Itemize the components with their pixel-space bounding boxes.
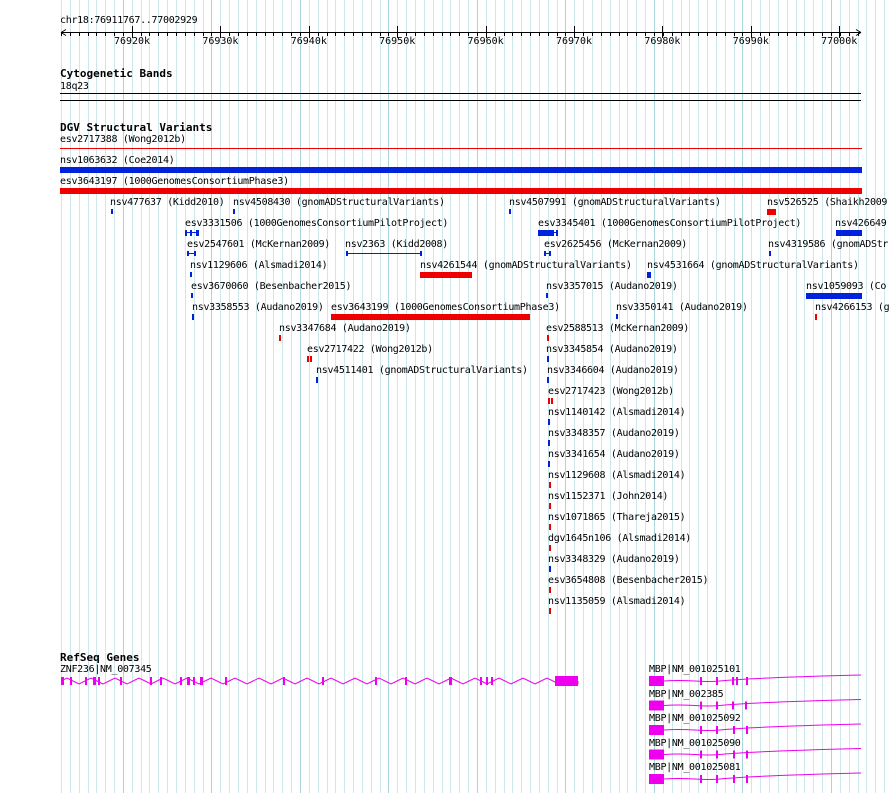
gene-exon bbox=[716, 775, 718, 783]
gene-exon bbox=[150, 677, 152, 685]
gene-intron bbox=[663, 723, 862, 732]
gene-exon bbox=[187, 677, 190, 685]
gene-exon bbox=[700, 701, 702, 710]
gene-exon bbox=[746, 726, 748, 734]
gene-label[interactable]: MBP|NM_001025101 bbox=[649, 664, 741, 675]
gene-exon bbox=[733, 775, 735, 783]
gene-label[interactable]: MBP|NM_001025081 bbox=[649, 762, 741, 773]
gene-exon bbox=[225, 677, 227, 685]
gene-label[interactable]: ZNF236|NM_007345 bbox=[60, 664, 152, 675]
gene-exon bbox=[200, 677, 203, 685]
gene-exon bbox=[283, 677, 285, 685]
gene-exon bbox=[649, 725, 664, 735]
gene-exon bbox=[746, 677, 748, 685]
gene-exon bbox=[555, 676, 578, 686]
gene-label[interactable]: MBP|NM_001025090 bbox=[649, 738, 741, 749]
gene-intron bbox=[663, 748, 862, 756]
gene-exon bbox=[716, 677, 718, 685]
gene-exon bbox=[733, 726, 735, 734]
gene-label[interactable]: MBP|NM_001025092 bbox=[649, 713, 741, 724]
gene-exon bbox=[480, 677, 482, 685]
gene-exon bbox=[375, 677, 377, 685]
gene-exon bbox=[736, 677, 738, 685]
gene-exon bbox=[649, 676, 664, 686]
gene-exon bbox=[93, 677, 96, 685]
gene-exon bbox=[649, 774, 664, 784]
gene-exon bbox=[700, 775, 702, 783]
gene-exon bbox=[716, 726, 718, 734]
gene-intron bbox=[663, 699, 862, 707]
gene-exon bbox=[449, 677, 452, 685]
gene-exon bbox=[745, 701, 747, 710]
gene-exon bbox=[70, 677, 72, 685]
genome-browser-panel: chr18:76911767..77002929 76920k 76930k 769… bbox=[0, 0, 890, 793]
gene-exon bbox=[61, 677, 64, 685]
gene-exon bbox=[700, 677, 702, 685]
gene-intron bbox=[60, 677, 579, 685]
gene-exon bbox=[649, 749, 664, 760]
gene-label[interactable]: MBP|NM_002385 bbox=[649, 689, 724, 700]
gene-exon bbox=[732, 701, 734, 710]
gene-exon bbox=[700, 726, 702, 734]
gene-exon bbox=[405, 677, 407, 685]
gene-exon bbox=[733, 750, 735, 759]
gene-exon bbox=[98, 677, 100, 685]
gene-exon bbox=[732, 677, 734, 685]
gene-exon bbox=[746, 775, 748, 783]
gene-exon bbox=[491, 677, 493, 685]
gene-exon bbox=[649, 700, 664, 711]
gene-exon bbox=[716, 750, 718, 759]
gene-exon bbox=[120, 677, 122, 685]
gene-exon bbox=[486, 677, 488, 685]
gene-exon bbox=[160, 677, 162, 685]
gene-exon bbox=[193, 677, 195, 685]
gene-exon bbox=[716, 701, 718, 710]
gene-exon bbox=[180, 677, 182, 685]
gene-exon bbox=[322, 677, 324, 685]
gene-exon bbox=[85, 677, 87, 685]
gene-intron bbox=[663, 772, 862, 781]
gene-exon bbox=[700, 750, 702, 759]
gene-intron bbox=[663, 674, 862, 683]
gene-exon bbox=[746, 750, 748, 759]
